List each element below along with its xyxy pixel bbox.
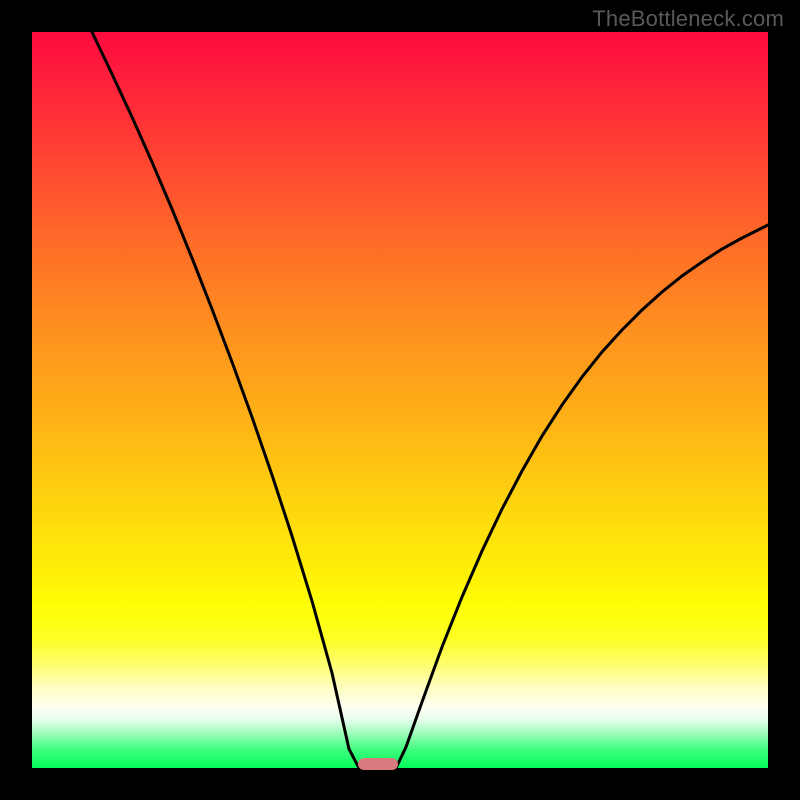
right-curve <box>396 225 768 768</box>
plot-area <box>32 32 768 768</box>
bottleneck-marker <box>358 758 398 770</box>
chart-frame: TheBottleneck.com <box>0 0 800 800</box>
watermark-text: TheBottleneck.com <box>592 6 784 32</box>
curve-layer <box>32 32 768 768</box>
left-curve <box>92 32 359 768</box>
